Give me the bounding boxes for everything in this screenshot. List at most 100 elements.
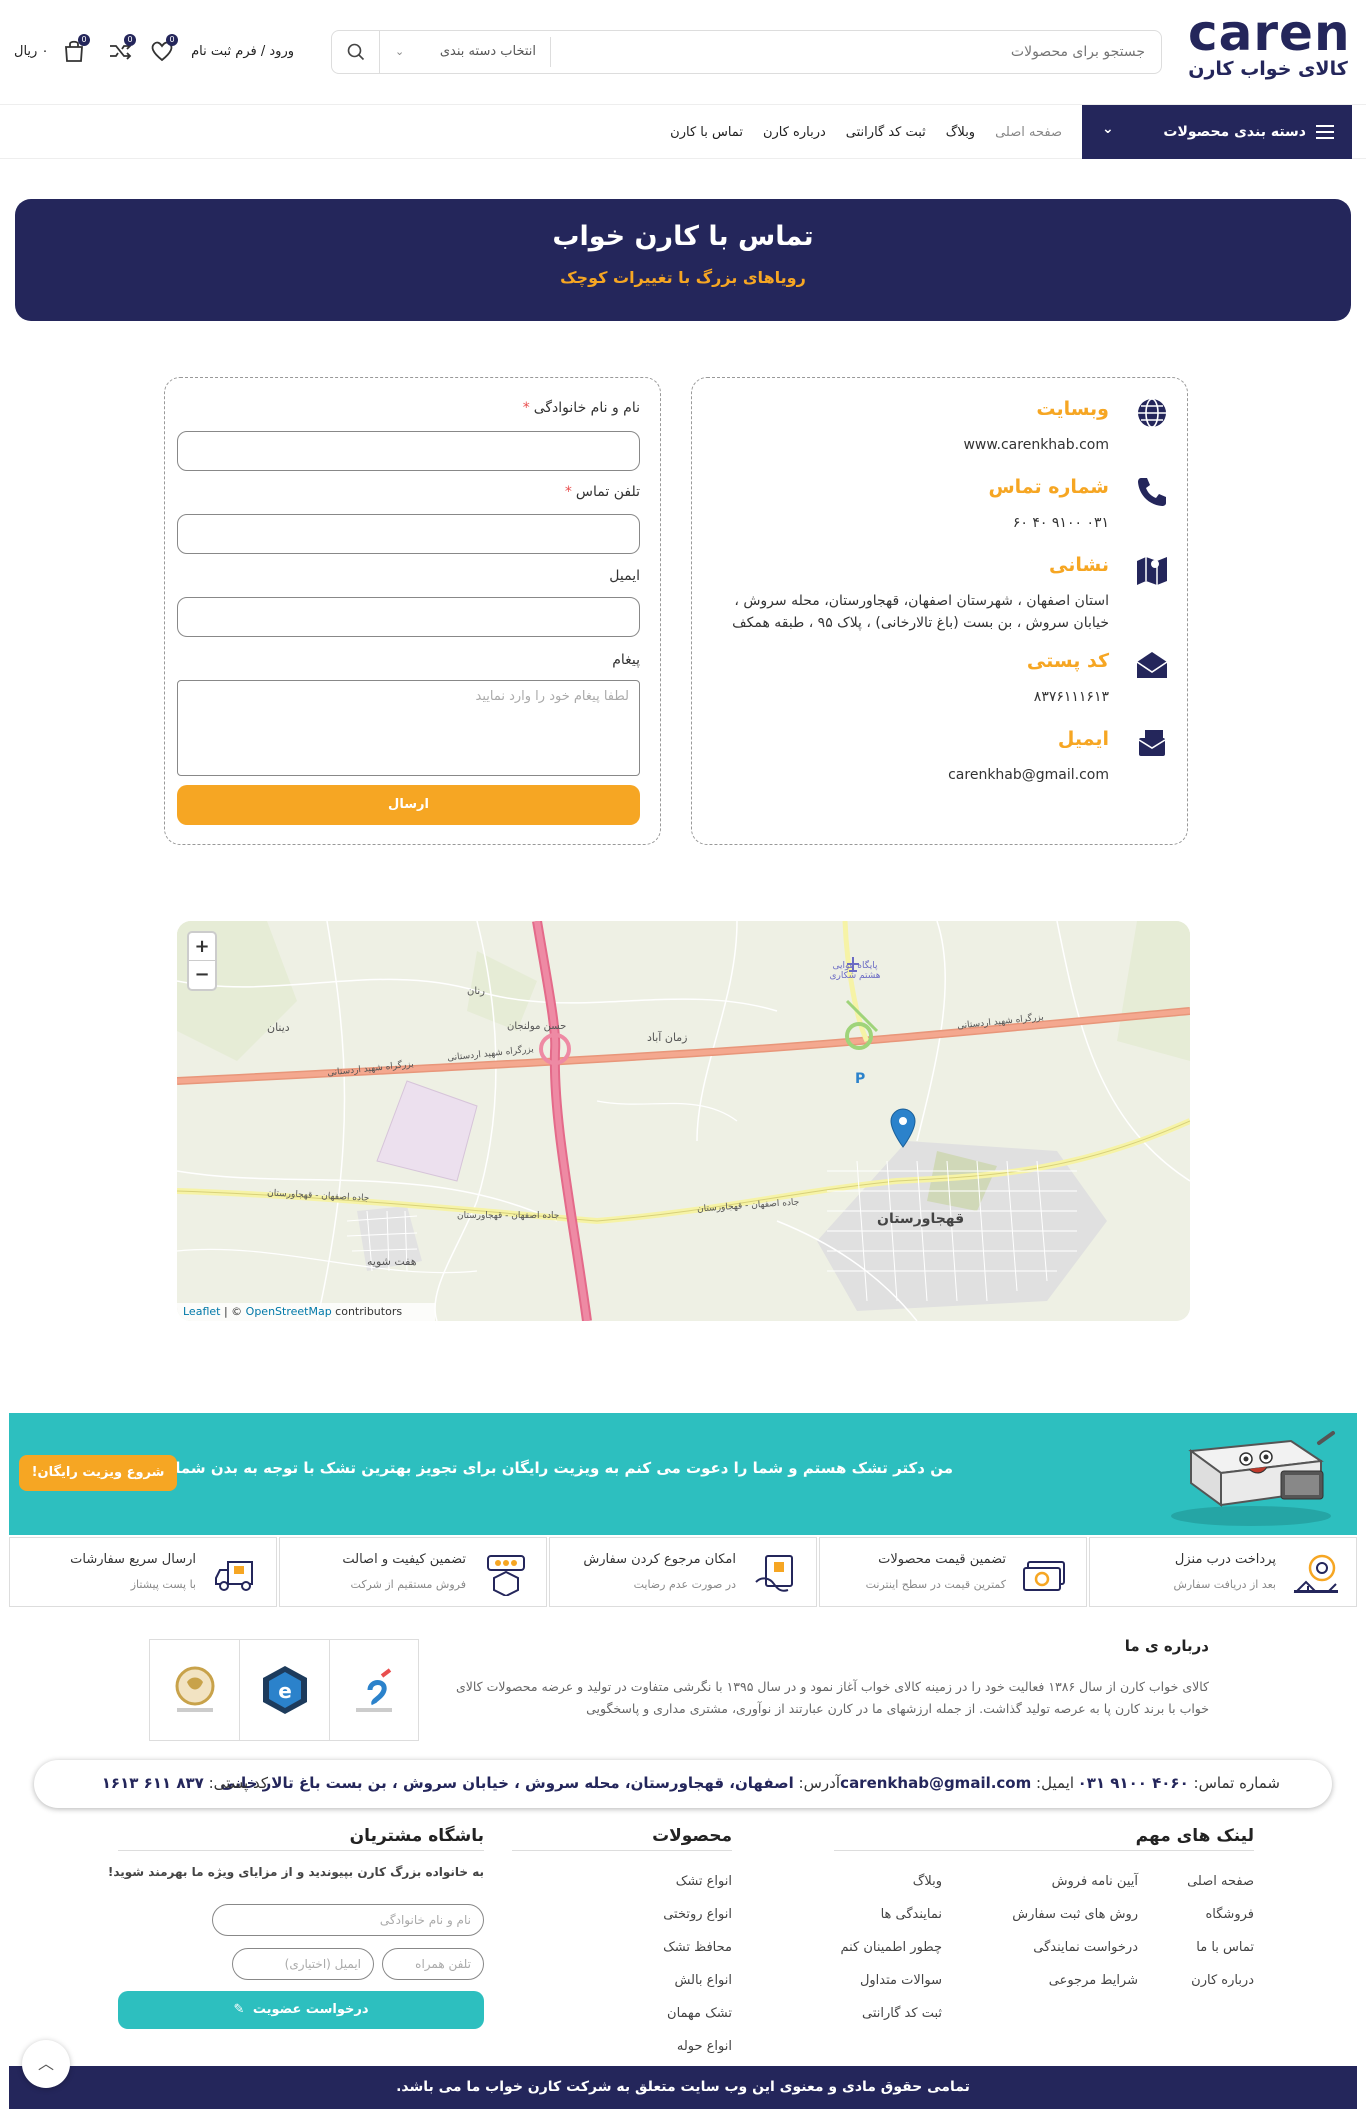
free-visit-banner: من دکتر تشک هستم و شما را دعوت می کنم به… [9, 1413, 1357, 1535]
phone-icon [1138, 478, 1166, 506]
zoom-in-button[interactable]: + [189, 933, 215, 961]
compare-count: 0 [124, 34, 136, 46]
strip-address-label: آدرس: [798, 1774, 840, 1792]
phone-value[interactable]: ۰۳۱ ۹۱۰۰ ۴۰ ۶۰ [719, 512, 1109, 534]
money-icon [1023, 1561, 1065, 1591]
footer-link[interactable]: صفحه اصلی [1187, 1874, 1254, 1889]
club-email-input[interactable]: ایمیل (اختیاری) [232, 1948, 374, 1980]
footer-link[interactable]: تماس با ما [1196, 1940, 1254, 1955]
feature-subtitle: کمترین قیمت در سطح اینترنت [865, 1578, 1006, 1591]
email-value[interactable]: carenkhab@gmail.com [719, 764, 1109, 786]
feature-title: تضمین کیفیت و اصالت [342, 1552, 466, 1567]
footer-product-link[interactable]: تشک مهمان [667, 2006, 732, 2021]
cart-button[interactable]: 0 [58, 34, 90, 66]
zoom-out-button[interactable]: − [189, 961, 215, 989]
features-row: پرداخت درب منزل بعد از دریافت سفارش تضمی… [9, 1537, 1357, 1607]
location-map[interactable]: بزرگراه شهید اردستانی بزرگراه شهید اردست… [177, 921, 1190, 1321]
footer-link[interactable]: سوالات متداول [860, 1973, 942, 1988]
cart-count: 0 [78, 34, 90, 46]
strip-postal-value: ۸۳۷ ۶۱۱ ۱۶۱۳ [101, 1774, 204, 1792]
footer-link[interactable]: چطور اطمینان کنم [840, 1940, 942, 1955]
footer-link[interactable]: درخواست نمایندگی [1033, 1940, 1138, 1955]
nav-link-contact[interactable]: تماس با کارن [670, 125, 743, 140]
compare-button[interactable]: 0 [104, 34, 136, 66]
search-bar: انتخاب دسته بندی ⌄ [331, 30, 1162, 74]
wishlist-button[interactable]: 0 [146, 34, 178, 66]
website-title: وبسایت [1036, 398, 1109, 420]
nav-link-blog[interactable]: وبلاگ [946, 125, 975, 140]
feature-title: ارسال سریع سفارشات [70, 1552, 196, 1567]
footer-product-link[interactable]: انواع روتختی [663, 1907, 732, 1922]
search-input[interactable] [551, 31, 1161, 73]
phone-info: شماره تماس ۰۳۱ ۹۱۰۰ ۴۰ ۶۰ [729, 474, 1169, 544]
feature-subtitle: فروش مستقیم از شرکت [350, 1578, 466, 1591]
required-mark: * [564, 484, 572, 500]
phone-field[interactable] [177, 514, 640, 554]
footer-link[interactable]: روش های ثبت سفارش [1012, 1907, 1138, 1922]
strip-email-value[interactable]: carenkhab@gmail.com [840, 1774, 1031, 1792]
site-logo[interactable]: caren کالای خواب کارن [1188, 8, 1350, 86]
copyright-bar: تمامی حقوق مادی و معنوی این وب سایت متعل… [9, 2066, 1357, 2109]
strip-email-label: ایمیل: [1036, 1774, 1074, 1792]
footer-link[interactable]: فروشگاه [1205, 1907, 1254, 1922]
club-join-button[interactable]: درخواست عضویت ✎ [118, 1991, 484, 2029]
ecommerce-union-badge[interactable]: e [239, 1640, 328, 1740]
feature-return: امکان مرجوع کردن سفارش در صورت عدم رضایت [549, 1537, 817, 1607]
category-select[interactable]: انتخاب دسته بندی ⌄ [381, 37, 551, 67]
footer-link[interactable]: آیین نامه فروش [1052, 1874, 1138, 1889]
feature-shipping: ارسال سریع سفارشات با پست پیشتاز [9, 1537, 277, 1607]
osm-link[interactable]: OpenStreetMap [246, 1305, 332, 1318]
leaflet-link[interactable]: Leaflet [183, 1305, 220, 1318]
parking-icon: P [855, 1071, 866, 1087]
footer-product-link[interactable]: محافظ تشک [663, 1940, 732, 1955]
feature-cod: پرداخت درب منزل بعد از دریافت سفارش [1089, 1537, 1357, 1607]
footer-product-link[interactable]: انواع تشک [676, 1874, 732, 1889]
footer-link[interactable]: درباره کارن [1191, 1973, 1254, 1988]
map-label-village: رنان [467, 986, 486, 997]
footer-contact-strip: شماره تماس: ۴۰۶۰ ۹۱۰۰ ۰۳۱ ایمیل: carenkh… [34, 1760, 1332, 1808]
strip-phone-label: شماره تماس: [1193, 1774, 1280, 1792]
strip-address: آدرس: اصفهان، قهجاورستان، محله سروش ، خی… [220, 1774, 840, 1792]
nav-link-home[interactable]: صفحه اصلی [995, 125, 1062, 140]
footer-link[interactable]: ثبت کد گارانتی [862, 2006, 942, 2021]
user-plus-icon: ✎ [233, 2002, 245, 2017]
about-text: کالای خواب کارن از سال ۱۳۸۶ فعالیت خود ر… [455, 1679, 1209, 1716]
search-button[interactable] [332, 31, 380, 73]
chevron-up-icon: ︿ [37, 2054, 54, 2073]
nav-link-about[interactable]: درباره کارن [763, 125, 826, 140]
login-register-link[interactable]: ورود / فرم ثبت نام [191, 44, 294, 59]
message-field[interactable]: لطفا پیغام خود را وارد نمایید [177, 680, 640, 776]
club-phone-input[interactable]: تلفن همراه [382, 1948, 484, 1980]
feature-price: تضمین قیمت محصولات کمترین قیمت در سطح ای… [819, 1537, 1087, 1607]
footer-product-link[interactable]: انواع حوله [677, 2039, 732, 2054]
mattress-doctor-mascot [1171, 1431, 1335, 1526]
website-value[interactable]: www.carenkhab.com [719, 434, 1109, 456]
email-field[interactable] [177, 597, 640, 637]
club-name-input[interactable]: نام و نام خانوادگی [212, 1904, 484, 1936]
address-value: استان اصفهان ، شهرستان اصفهان، قهجاورستا… [732, 593, 1109, 631]
scroll-to-top-button[interactable]: ︿ [22, 2040, 70, 2088]
strip-postal: کد پستی: ۸۳۷ ۶۱۱ ۱۶۱۳ [102, 1774, 268, 1792]
strip-phone-value[interactable]: ۴۰۶۰ ۹۱۰۰ ۰۳۱ [1078, 1774, 1189, 1792]
categories-menu-button[interactable]: دسته بندی محصولات ⌄ [1082, 105, 1352, 159]
page-title: تماس با کارن خواب [552, 221, 814, 252]
footer-product-link[interactable]: انواع بالش [674, 1973, 732, 1988]
footer-link[interactable]: شرایط مرجوعی [1049, 1973, 1138, 1988]
contact-info-card: وبسایت www.carenkhab.com شماره تماس ۰۳۱ … [691, 377, 1188, 845]
name-label: نام و نام خانوادگی* [523, 400, 640, 416]
footer-link[interactable]: وبلاگ [913, 1874, 942, 1889]
nav-link-warranty[interactable]: ثبت کد گارانتی [846, 125, 926, 140]
name-field[interactable] [177, 431, 640, 471]
footer-link[interactable]: نمایندگی ها [881, 1907, 942, 1922]
samandehi-badge[interactable] [150, 1640, 239, 1740]
enamad-badge[interactable] [328, 1640, 418, 1740]
map-label-village: زمان آباد [647, 1031, 688, 1044]
email-label: ایمیل [609, 568, 640, 584]
feature-title: تضمین قیمت محصولات [878, 1552, 1006, 1567]
return-order-icon [755, 1555, 793, 1592]
map-label-village: هفت شویه [367, 1255, 417, 1268]
email-info: ایمیل carenkhab@gmail.com [729, 726, 1169, 796]
postal-title: کد پستی [1026, 650, 1109, 672]
start-free-visit-button[interactable]: شروع ویزیت رایگان! [19, 1455, 177, 1491]
submit-button[interactable]: ارسال [177, 785, 640, 825]
